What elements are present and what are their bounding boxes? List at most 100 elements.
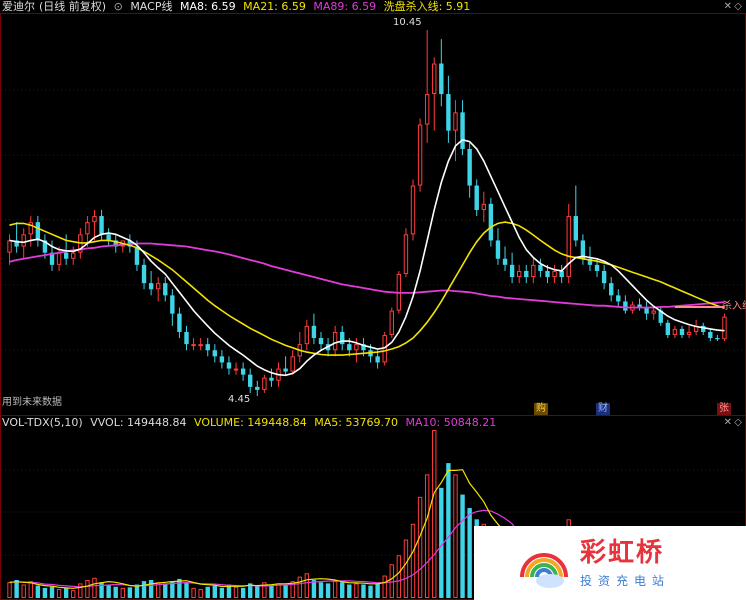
volume-bar-up: [191, 587, 196, 598]
candle-body-up: [21, 234, 26, 247]
volume-bar-down: [347, 584, 352, 598]
candle-body-down: [502, 258, 508, 265]
candle-body-up: [7, 240, 12, 253]
candle-body-up: [722, 316, 727, 340]
candle-body-up: [389, 310, 394, 336]
rise-badge[interactable]: 张: [717, 403, 731, 415]
candle-body-down: [601, 270, 607, 284]
volume-indicator-name[interactable]: VOL-TDX(5,10): [2, 416, 83, 429]
candle-body-down: [340, 331, 345, 345]
wash-line-label: 洗盘杀入线: 5.91: [383, 0, 471, 13]
candle-body-down: [63, 252, 69, 259]
candle-body-up: [304, 325, 310, 345]
high-price-label: 10.45: [393, 17, 422, 28]
volume-bar-down: [35, 585, 41, 598]
candle-body-down: [148, 283, 154, 290]
candle-body-up: [516, 270, 522, 278]
volume-bar-down: [368, 585, 373, 598]
candle-body-up: [71, 252, 76, 259]
expand-volume-icon[interactable]: ◇: [734, 417, 742, 428]
candle-body-down: [616, 295, 621, 302]
finance-badge[interactable]: 财: [596, 403, 610, 415]
candle-body-down: [460, 112, 465, 149]
candle-body-up: [651, 310, 656, 314]
candle-body-down: [545, 270, 550, 278]
candle-body-up: [92, 216, 97, 223]
volume-bar-up: [403, 539, 409, 599]
candle-body-down: [219, 356, 225, 363]
candle-body-up: [155, 283, 161, 290]
candle-body-up: [403, 234, 409, 275]
candle-body-up: [191, 344, 196, 347]
volume-bar-up: [396, 555, 402, 598]
candle-body-down: [240, 368, 246, 375]
candle-body-up: [417, 124, 423, 186]
vol-ma5-label: MA5: 53769.70: [314, 416, 398, 429]
candle-body-down: [446, 94, 451, 131]
volume-bar-down: [269, 584, 274, 598]
candle-body-up: [481, 203, 486, 210]
candle-body-up: [531, 264, 536, 278]
candle-body-up: [566, 216, 571, 278]
candle-body-down: [141, 264, 147, 284]
volume-bar-up: [297, 576, 302, 599]
volume-bar-down: [106, 584, 111, 598]
candle-body-up: [410, 185, 416, 235]
volume-bar-down: [141, 581, 147, 598]
candle-body-up: [453, 112, 458, 131]
watermark-subtitle: 投资充电站: [580, 573, 671, 588]
volume-bar-up: [56, 589, 62, 599]
volume-bar-up: [424, 474, 430, 598]
candle-body-down: [665, 322, 671, 335]
candle-body-down: [226, 362, 232, 369]
stock-name[interactable]: 爱迪尔: [2, 0, 35, 13]
close-volume-icon[interactable]: ✕: [724, 417, 732, 428]
volume-bar-up: [78, 583, 83, 598]
volume-bar-down: [42, 587, 48, 598]
volume-bar-down: [219, 587, 225, 598]
candle-body-down: [269, 377, 274, 381]
candle-body-down: [644, 307, 649, 314]
volume-bar-down: [460, 494, 465, 598]
candle-body-down: [573, 216, 579, 241]
candle-body-down: [538, 264, 543, 271]
volume-bar-up: [198, 589, 203, 599]
volume-bar-up: [7, 582, 12, 598]
volume-bar-down: [318, 582, 324, 598]
buy-badge[interactable]: 购: [534, 403, 548, 415]
candle-body-down: [594, 264, 600, 271]
volume-bar-up: [28, 581, 33, 599]
candle-body-up: [552, 270, 557, 278]
volume-bar-up: [276, 583, 281, 598]
candle-body-up: [56, 252, 62, 265]
candle-body-down: [106, 234, 111, 241]
candle-body-down: [474, 185, 479, 210]
candle-body-up: [424, 94, 430, 125]
candle-body-up: [262, 377, 267, 390]
candle-body-up: [432, 63, 437, 95]
candle-body-down: [318, 338, 324, 345]
volume-bar-up: [304, 573, 310, 598]
volume-bar-down: [49, 586, 55, 598]
candle-body-down: [283, 368, 288, 372]
settings-icon[interactable]: ⊙: [114, 0, 123, 13]
chart-mode: (日线 前复权): [39, 0, 107, 13]
candle-body-down: [524, 270, 529, 278]
rainbow-logo-icon: [520, 553, 568, 588]
candle-body-down: [509, 264, 515, 278]
expand-panel-icon[interactable]: ◇: [734, 1, 742, 12]
candle-body-down: [35, 222, 41, 241]
vol-ma10-label: MA10: 50848.21: [405, 416, 497, 429]
kline-chart: [0, 0, 746, 600]
volume-bar-up: [453, 474, 458, 598]
watermark: 彩虹桥 投资充电站: [474, 526, 746, 600]
candle-body-down: [679, 328, 685, 335]
ma21-label: MA21: 6.59: [243, 0, 306, 13]
candle-body-up: [672, 328, 678, 335]
volume-bar-down: [14, 580, 19, 598]
indicator-name[interactable]: MACP线: [130, 0, 172, 13]
candle-body-down: [375, 356, 380, 363]
volume-bar-down: [212, 585, 218, 598]
close-panel-icon[interactable]: ✕: [724, 1, 732, 12]
volume-bar-down: [148, 580, 154, 598]
